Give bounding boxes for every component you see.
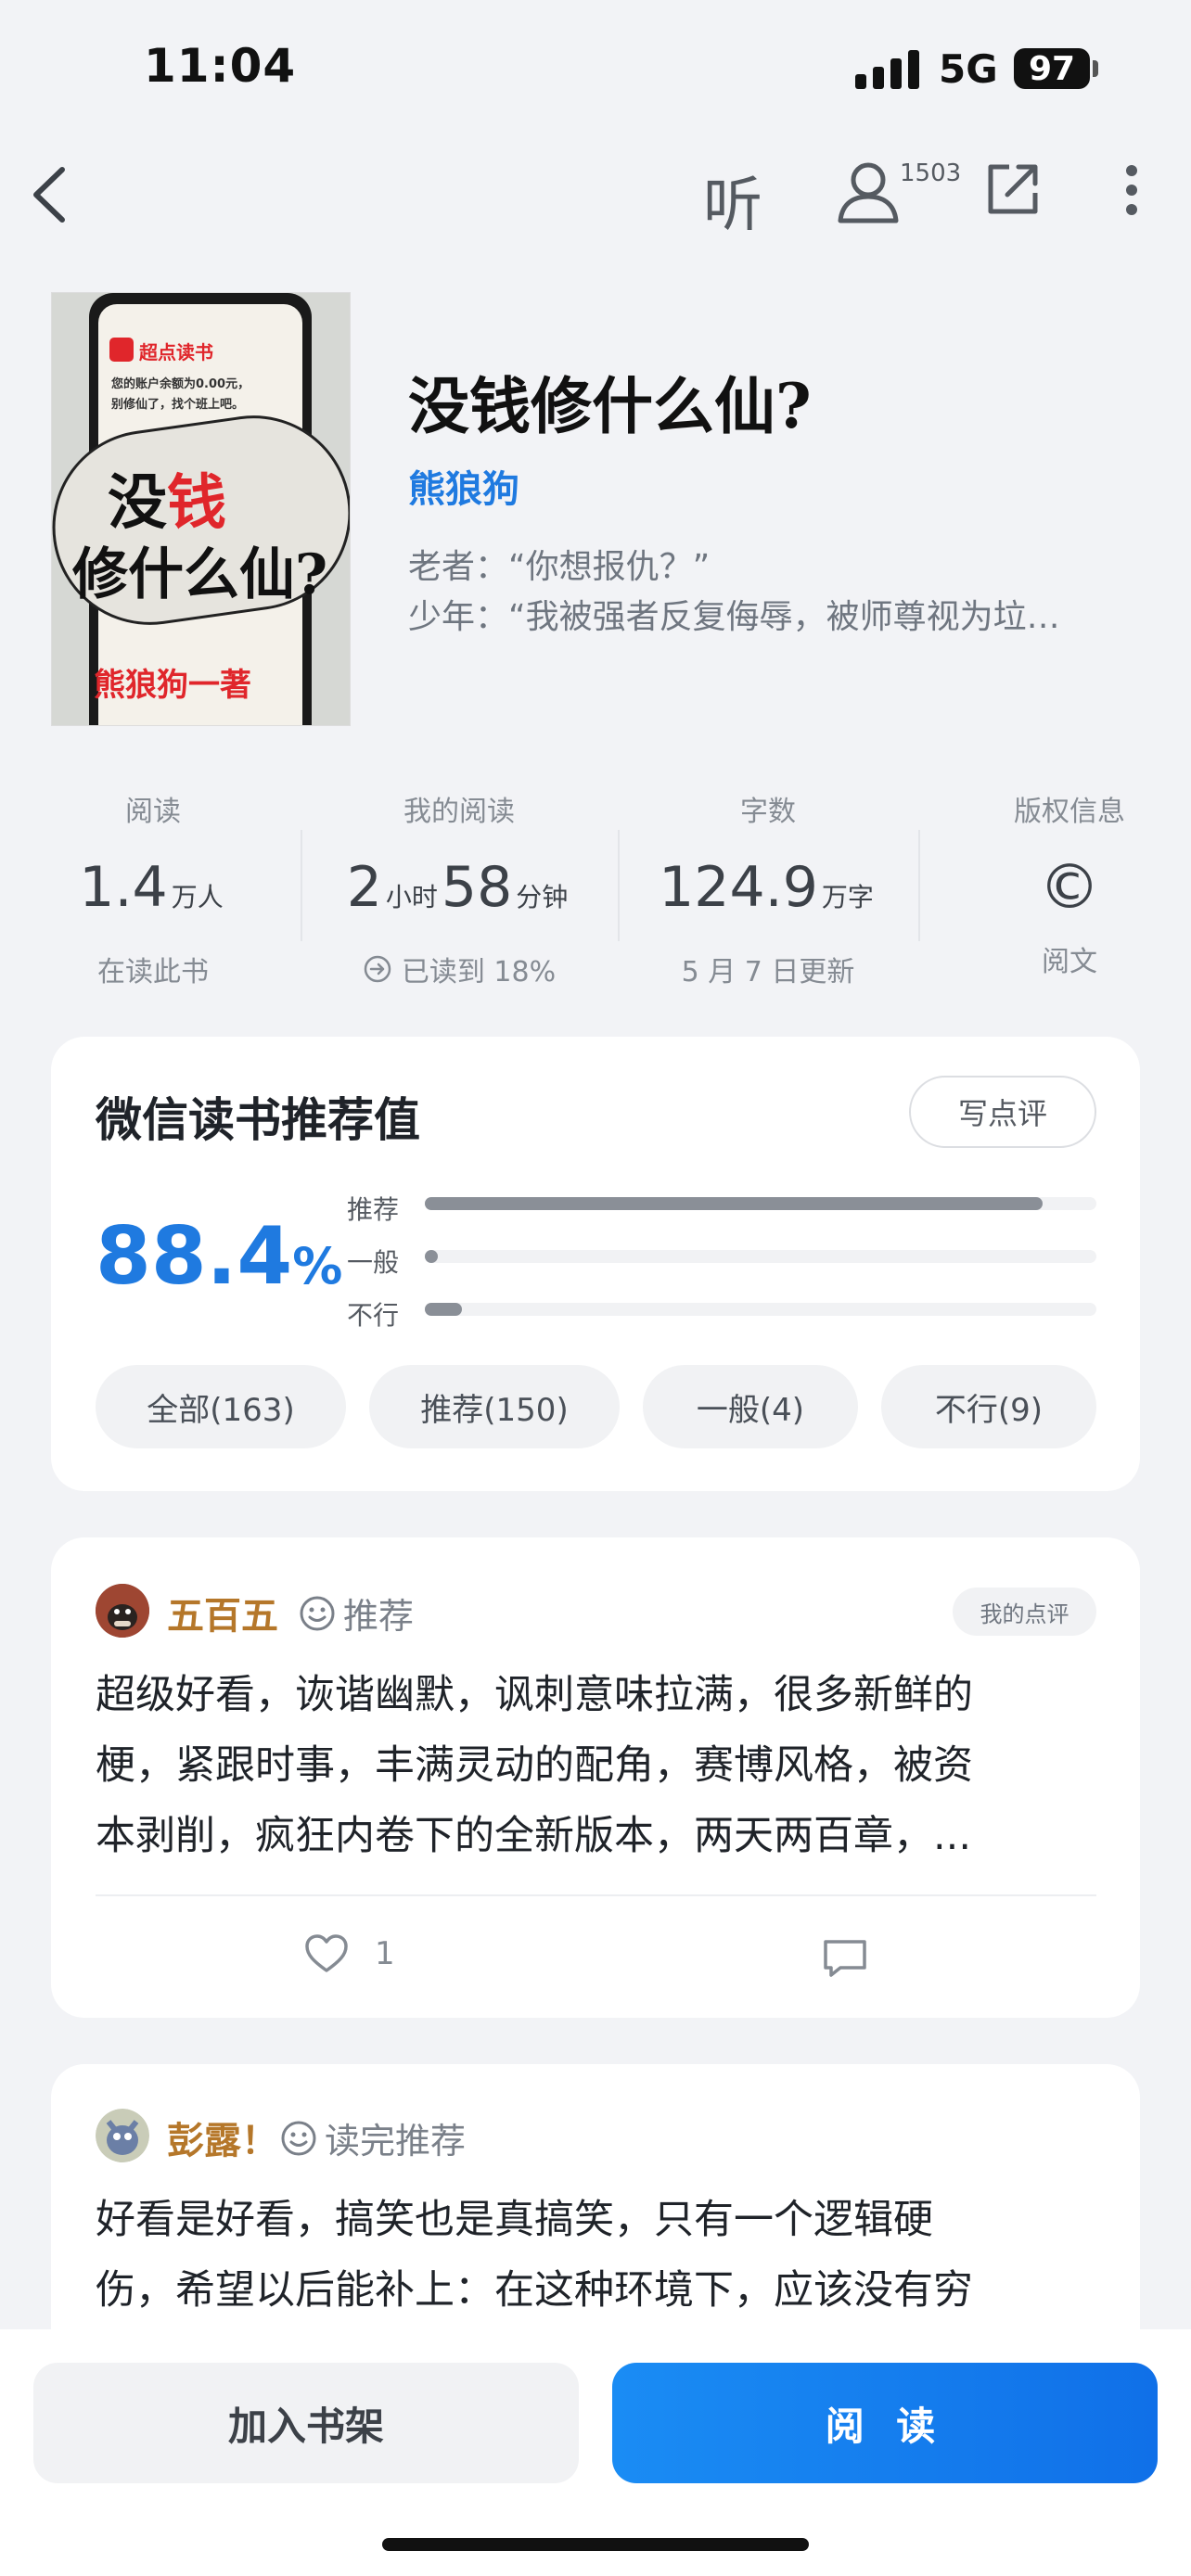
smile-icon	[300, 1596, 335, 1630]
filter-all[interactable]: 全部(163)	[96, 1365, 346, 1448]
stat-sub: 已读到 18%	[401, 956, 557, 988]
bar-fill-average	[425, 1250, 439, 1263]
filter-bad[interactable]: 不行(9)	[881, 1365, 1096, 1448]
comment-icon	[824, 1940, 866, 1977]
my-review-badge: 我的点评	[953, 1588, 1096, 1636]
score-unit: %	[292, 1237, 343, 1295]
more-button[interactable]	[1113, 159, 1150, 221]
review-line: 伤，希望以后能补上：在这种环境下，应该没有穷	[96, 2267, 973, 2314]
stat-sub: 在读此书	[97, 956, 209, 988]
follow-count: 1503	[900, 159, 962, 187]
stat-my-reading[interactable]: 我的阅读 2 小时58 分钟 已读到 18%	[306, 788, 612, 989]
like-count: 1	[375, 1935, 395, 1972]
bar-fill-recommend	[425, 1197, 1044, 1210]
home-indicator[interactable]	[382, 2538, 809, 2551]
bar-label-average: 一般	[347, 1247, 400, 1278]
stat-unit: 万人	[171, 882, 224, 912]
bar-fill-bad	[425, 1303, 462, 1316]
blurb-line2: 少年：“我被强者反复侮辱，被师尊视为垃…	[408, 598, 1060, 636]
smile-icon	[281, 2121, 316, 2155]
status-time: 11:04	[144, 39, 297, 93]
more-vertical-icon	[1126, 165, 1137, 215]
stat-sub: 5 月 7 日更新	[681, 956, 855, 988]
review-line: 本剥削，疯狂内卷下的全新版本，两天两百章，...	[96, 1813, 972, 1859]
back-button[interactable]	[17, 162, 82, 227]
avatar[interactable]	[96, 2109, 149, 2162]
bar-track-bad	[425, 1303, 1096, 1316]
review-divider	[96, 1894, 1096, 1896]
cover-title-part1: 没	[108, 468, 167, 538]
comment-button[interactable]	[822, 1938, 868, 1983]
stat-label: 版权信息	[1014, 796, 1125, 828]
stat-minutes: 58	[441, 855, 513, 920]
bar-label-bad: 不行	[347, 1300, 400, 1331]
cover-title-line2: 修什么仙?	[72, 542, 328, 607]
cover-message-line1: 您的账户余额为0.00元，	[111, 377, 250, 391]
progress-arrow-icon	[364, 955, 391, 983]
stat-unit: 万字	[821, 882, 874, 912]
review-line: 梗，紧跟时事，丰满灵动的配角，赛博风格，被资	[96, 1742, 973, 1789]
cover-title-part2: 钱	[167, 468, 226, 538]
share-button[interactable]	[983, 159, 1043, 219]
book-title: 没钱修什么仙?	[408, 370, 812, 442]
review-line: 好看是好看，搞笑也是真搞笑，只有一个逻辑硬	[96, 2197, 933, 2243]
battery-icon: 97	[1014, 48, 1090, 89]
review-tag: 推荐	[299, 1588, 414, 1639]
reviewer-name[interactable]: 彭露！	[167, 2111, 278, 2164]
cover-byline: 熊狼狗一著	[94, 667, 251, 704]
stat-hours: 2	[346, 855, 382, 920]
score-value: 88.4	[96, 1210, 293, 1303]
review-line: 超级好看，诙谐幽默，讽刺意味拉满，很多新鲜的	[96, 1672, 973, 1718]
stat-hours-unit: 小时	[385, 882, 438, 912]
bar-track-average	[425, 1250, 1096, 1263]
battery-level: 97	[1028, 49, 1076, 88]
follow-button[interactable]	[835, 158, 902, 224]
book-author[interactable]: 熊狼狗	[408, 459, 519, 513]
blurb-line1: 老者：“你想报仇？”	[408, 548, 711, 586]
share-icon	[988, 164, 1038, 214]
stat-value: 1.4	[79, 855, 168, 920]
cover-message-line2: 别修仙了，找个班上吧。	[111, 398, 245, 412]
avatar[interactable]	[96, 1584, 149, 1638]
recommend-title: 微信读书推荐值	[96, 1093, 420, 1147]
user-icon	[838, 162, 899, 223]
like-button[interactable]: 1	[304, 1933, 395, 1974]
add-to-shelf-button[interactable]: 加入书架	[33, 2363, 579, 2483]
stat-sub: 阅文	[1042, 946, 1097, 978]
book-cover[interactable]: 超点读书 您的账户余额为0.00元， 别修仙了，找个班上吧。 没钱 修什么仙? …	[51, 292, 351, 726]
copyright-icon: ©	[1039, 851, 1100, 923]
stat-readers[interactable]: 阅读 1.4 万人 在读此书	[0, 788, 306, 989]
stat-copyright[interactable]: 版权信息 © 阅文	[916, 788, 1191, 979]
recommend-score: 88.4%	[96, 1210, 342, 1303]
stat-divider	[301, 830, 302, 941]
cover-app-name: 超点读书	[139, 341, 213, 363]
chevron-left-icon	[33, 167, 65, 223]
stat-label: 字数	[740, 796, 796, 828]
stat-minutes-unit: 分钟	[516, 882, 569, 912]
stat-value: 124.9	[659, 855, 818, 920]
signal-icon	[855, 48, 920, 89]
review-text[interactable]: 超级好看，诙谐幽默，讽刺意味拉满，很多新鲜的 梗，紧跟时事，丰满灵动的配角，赛博…	[96, 1660, 1102, 1871]
review-tag: 读完推荐	[280, 2112, 466, 2163]
review-tag-label: 推荐	[343, 1596, 415, 1637]
reviewer-name[interactable]: 五百五	[167, 1586, 278, 1639]
book-blurb[interactable]: 老者：“你想报仇？” 少年：“我被强者反复侮辱，被师尊视为垃…	[408, 542, 1113, 643]
read-button[interactable]: 阅 读	[612, 2363, 1158, 2483]
bar-label-recommend: 推荐	[347, 1194, 400, 1225]
listen-button[interactable]: 听	[703, 158, 762, 243]
heart-icon	[305, 1934, 348, 1972]
review-tag-label: 读完推荐	[325, 2121, 467, 2162]
network-label: 5G	[939, 46, 998, 92]
stat-label: 阅读	[125, 796, 181, 828]
filter-average[interactable]: 一般(4)	[643, 1365, 858, 1448]
filter-recommend[interactable]: 推荐(150)	[369, 1365, 620, 1448]
bar-track-recommend	[425, 1197, 1096, 1210]
review-text[interactable]: 好看是好看，搞笑也是真搞笑，只有一个逻辑硬 伤，希望以后能补上：在这种环境下，应…	[96, 2185, 1102, 2326]
stat-label: 我的阅读	[403, 796, 515, 828]
stat-word-count[interactable]: 字数 124.9 万字 5 月 7 日更新	[615, 788, 921, 989]
battery-tip	[1093, 60, 1098, 77]
write-review-button[interactable]: 写点评	[909, 1076, 1096, 1148]
